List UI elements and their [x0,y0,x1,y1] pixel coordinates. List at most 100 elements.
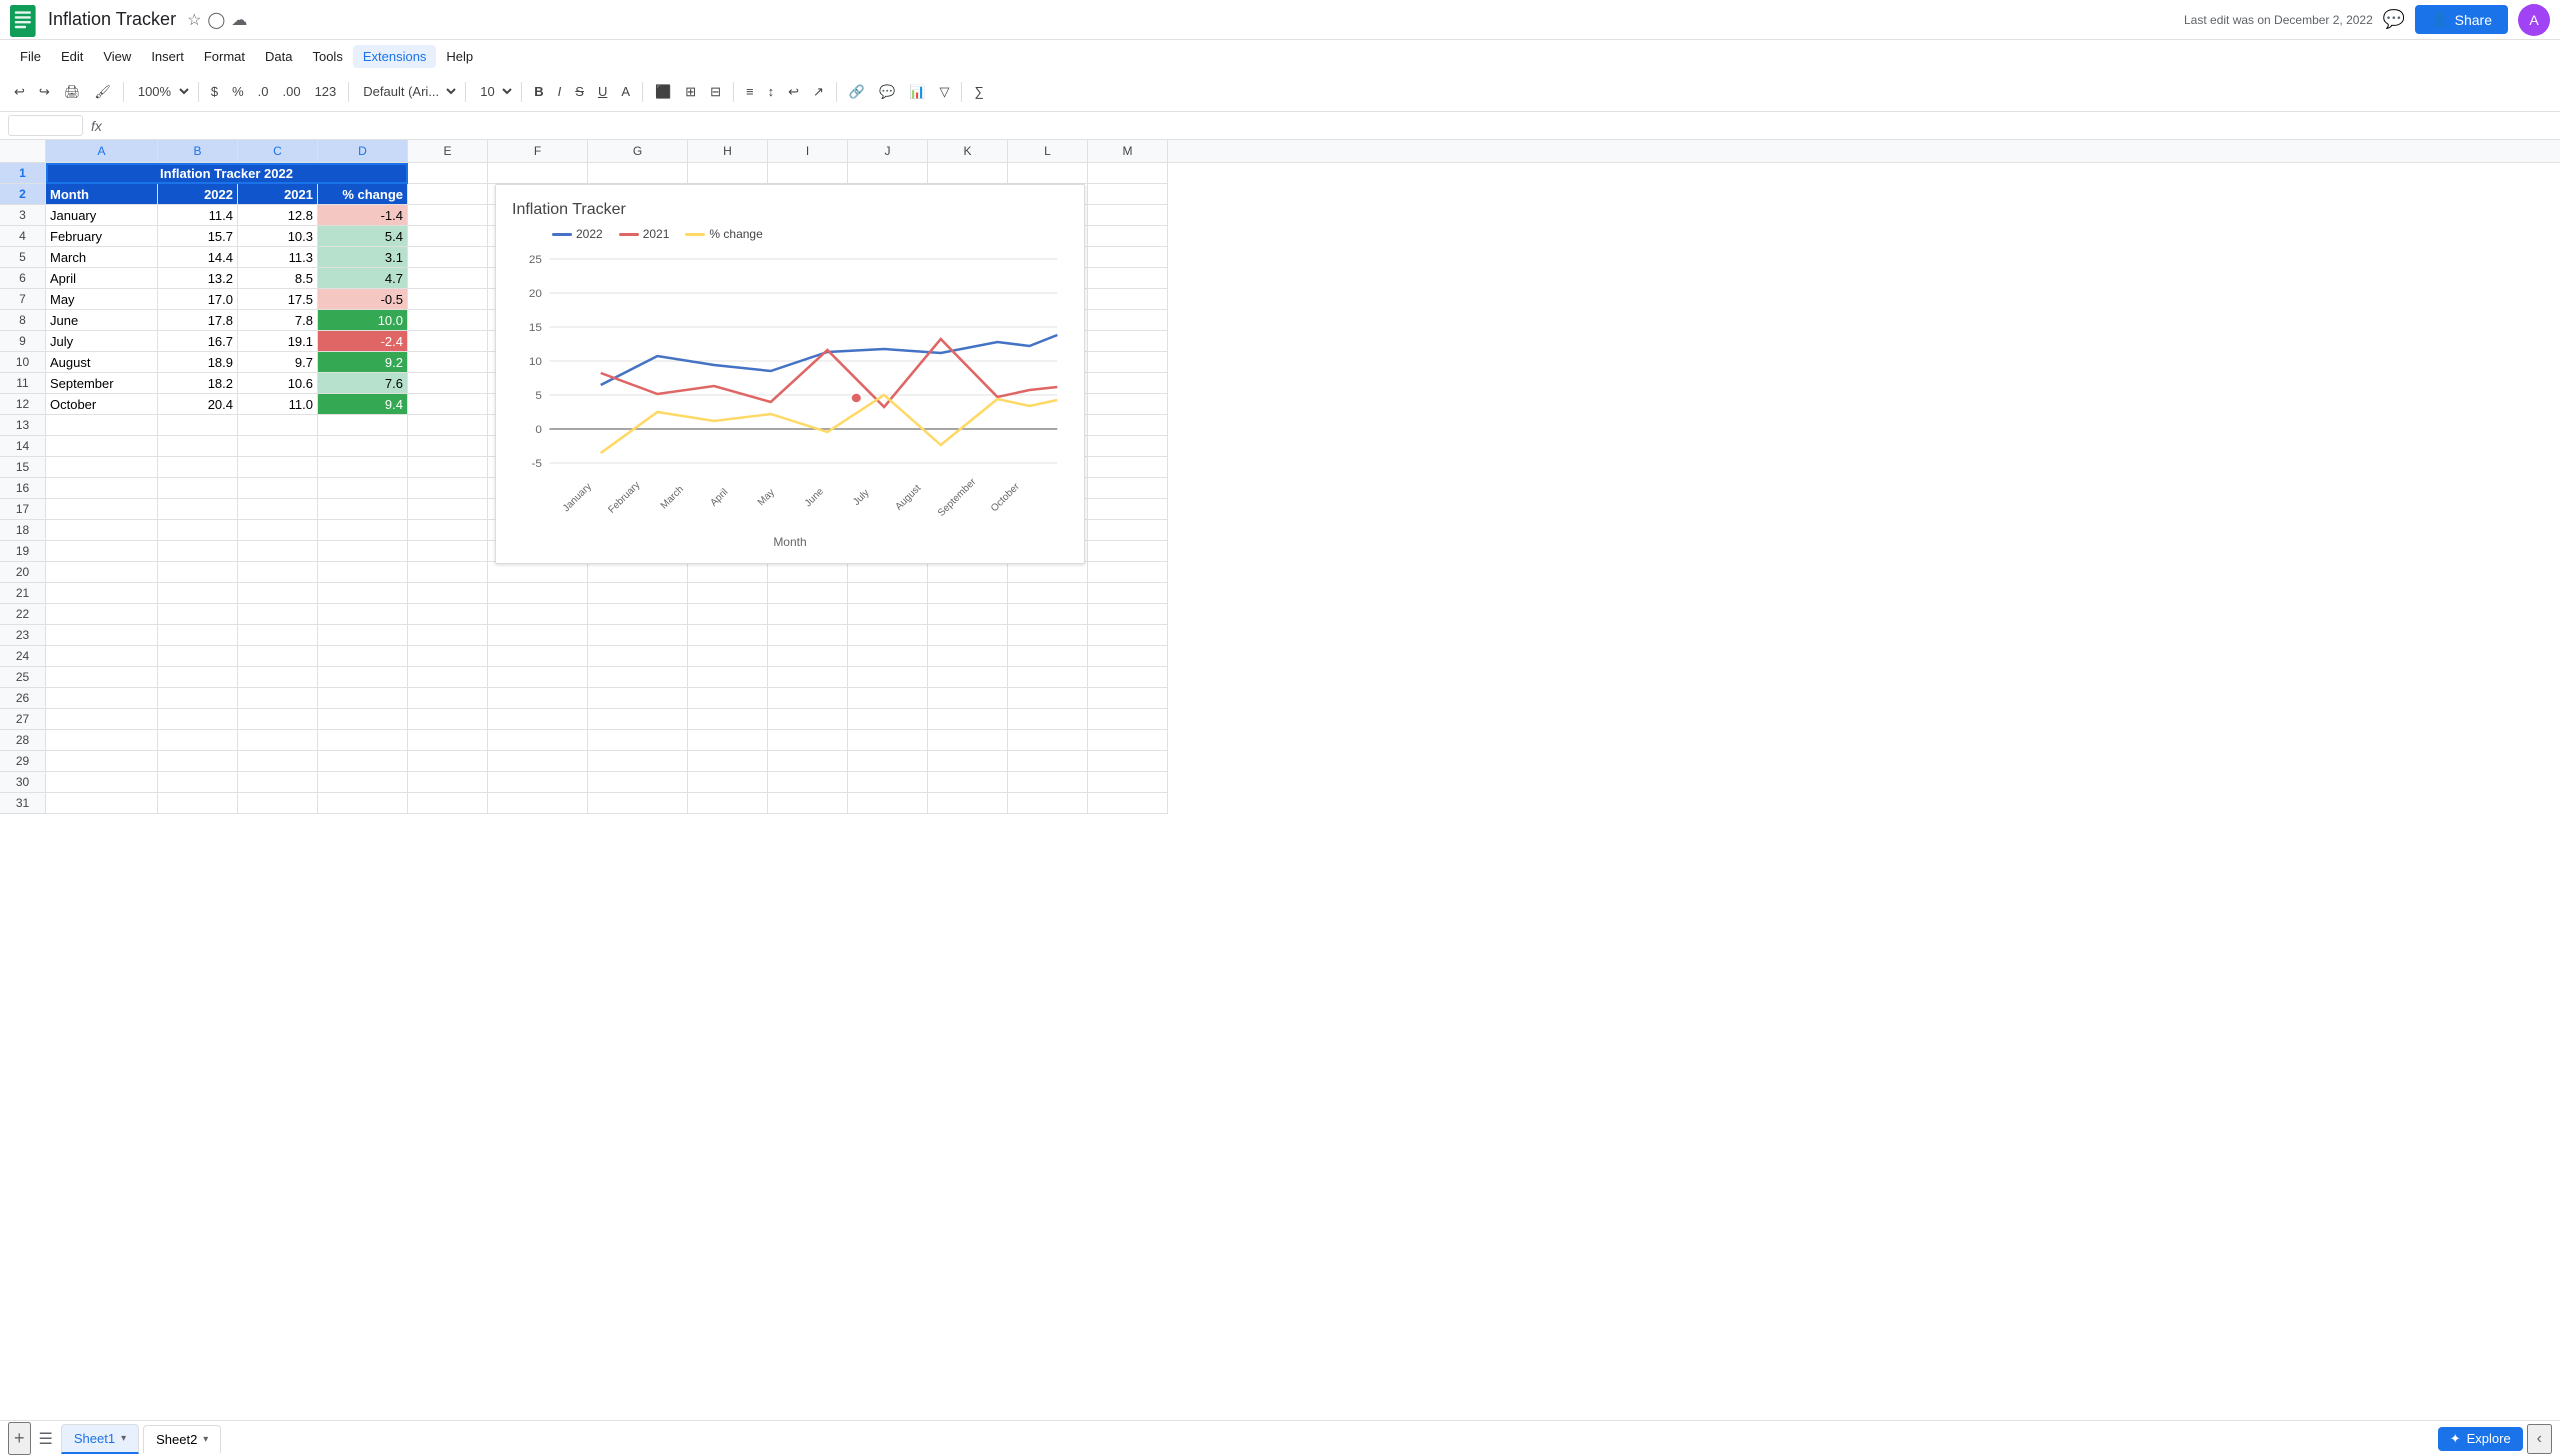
cell-j[interactable] [848,583,928,604]
comment-button[interactable]: 💬 [873,80,901,104]
cell-a31[interactable] [46,793,158,814]
row-num-2[interactable]: 2 [0,184,46,205]
cell-b23[interactable] [158,625,238,646]
cell-d15[interactable] [318,457,408,478]
cell-a28[interactable] [46,730,158,751]
cell-l1[interactable] [1008,163,1088,184]
row-num-28[interactable]: 28 [0,730,46,751]
col-header-d[interactable]: D [318,140,408,162]
fill-color-button[interactable]: ⬛ [649,80,677,104]
increase-decimal-button[interactable]: .00 [276,80,306,103]
cell-d6[interactable]: 4.7 [318,268,408,289]
cell-a21[interactable] [46,583,158,604]
cell-c18[interactable] [238,520,318,541]
underline-button[interactable]: U [592,80,613,103]
cell-i[interactable] [768,667,848,688]
row-num-26[interactable]: 26 [0,688,46,709]
row-num-12[interactable]: 12 [0,394,46,415]
cell-m[interactable] [1088,331,1168,352]
drive-icon[interactable]: ◯ [207,10,225,30]
cell-a19[interactable] [46,541,158,562]
cell-h[interactable] [688,667,768,688]
cell-h[interactable] [688,583,768,604]
cell-b27[interactable] [158,709,238,730]
row-num-1[interactable]: 1 [0,163,46,184]
cell-g[interactable] [588,793,688,814]
cell-c30[interactable] [238,772,318,793]
cell-e[interactable] [408,289,488,310]
cell-e[interactable] [408,772,488,793]
row-num-29[interactable]: 29 [0,751,46,772]
cell-e[interactable] [408,583,488,604]
row-num-17[interactable]: 17 [0,499,46,520]
cell-a2[interactable]: Month [46,184,158,205]
cell-d20[interactable] [318,562,408,583]
row-num-11[interactable]: 11 [0,373,46,394]
row-num-23[interactable]: 23 [0,625,46,646]
cell-d31[interactable] [318,793,408,814]
col-header-a[interactable]: A [46,140,158,162]
font-size-select[interactable]: 10 [472,80,515,103]
cell-j[interactable] [848,772,928,793]
cell-c27[interactable] [238,709,318,730]
cell-k[interactable] [928,667,1008,688]
cell-c15[interactable] [238,457,318,478]
cell-f[interactable] [488,667,588,688]
cell-c22[interactable] [238,604,318,625]
cell-b20[interactable] [158,562,238,583]
cell-e[interactable] [408,625,488,646]
cell-f[interactable] [488,625,588,646]
cell-i[interactable] [768,646,848,667]
cell-k[interactable] [928,625,1008,646]
row-num-22[interactable]: 22 [0,604,46,625]
valign-button[interactable]: ↕ [762,80,781,103]
cell-j[interactable] [848,730,928,751]
cell-f[interactable] [488,562,588,583]
cell-e[interactable] [408,646,488,667]
grid-wrapper[interactable]: 1 Inflation Tracker 2022 2 [0,163,2560,1451]
cell-a20[interactable] [46,562,158,583]
row-num-24[interactable]: 24 [0,646,46,667]
cell-h[interactable] [688,562,768,583]
cloud-icon[interactable]: ☁ [231,10,247,30]
cell-e[interactable] [408,436,488,457]
cell-c10[interactable]: 9.7 [238,352,318,373]
cell-d3[interactable]: -1.4 [318,205,408,226]
cell-e1[interactable] [408,163,488,184]
cell-i[interactable] [768,562,848,583]
col-header-j[interactable]: J [848,140,928,162]
cell-i[interactable] [768,688,848,709]
cell-d25[interactable] [318,667,408,688]
cell-f[interactable] [488,709,588,730]
cell-a5[interactable]: March [46,247,158,268]
cell-i[interactable] [768,793,848,814]
menu-help[interactable]: Help [436,45,483,68]
cell-b7[interactable]: 17.0 [158,289,238,310]
cell-c11[interactable]: 10.6 [238,373,318,394]
cell-f[interactable] [488,730,588,751]
cell-m[interactable] [1088,688,1168,709]
cell-l[interactable] [1008,625,1088,646]
cell-b6[interactable]: 13.2 [158,268,238,289]
cell-k1[interactable] [928,163,1008,184]
cell-j[interactable] [848,751,928,772]
cell-d18[interactable] [318,520,408,541]
collapse-button[interactable]: ‹ [2527,1424,2552,1454]
cell-h[interactable] [688,751,768,772]
cell-d5[interactable]: 3.1 [318,247,408,268]
cell-c17[interactable] [238,499,318,520]
row-num-8[interactable]: 8 [0,310,46,331]
user-avatar[interactable]: A [2518,4,2550,36]
cell-i[interactable] [768,751,848,772]
cell-l[interactable] [1008,772,1088,793]
cell-f[interactable] [488,604,588,625]
cell-d9[interactable]: -2.4 [318,331,408,352]
cell-c28[interactable] [238,730,318,751]
cell-l[interactable] [1008,730,1088,751]
row-num-31[interactable]: 31 [0,793,46,814]
cell-f[interactable] [488,751,588,772]
cell-m[interactable] [1088,772,1168,793]
col-header-g[interactable]: G [588,140,688,162]
cell-c14[interactable] [238,436,318,457]
col-header-m[interactable]: M [1088,140,1168,162]
